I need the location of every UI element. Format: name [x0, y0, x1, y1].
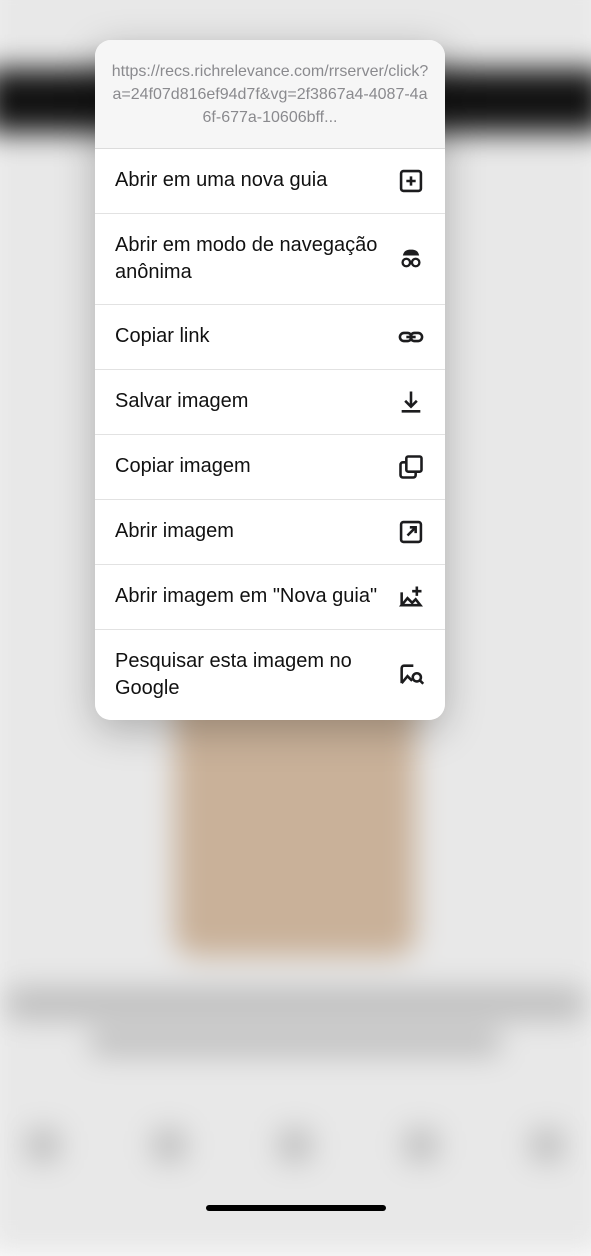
context-menu-url: https://recs.richrelevance.com/rrserver/… [95, 40, 445, 149]
image-new-tab-icon [397, 583, 425, 611]
menu-search-image-google[interactable]: Pesquisar esta imagem no Google [95, 630, 445, 720]
home-indicator[interactable] [206, 1205, 386, 1211]
menu-save-image[interactable]: Salvar imagem [95, 370, 445, 435]
menu-item-label: Copiar link [115, 323, 383, 350]
menu-item-label: Copiar imagem [115, 453, 383, 480]
new-tab-icon [397, 167, 425, 195]
menu-copy-image[interactable]: Copiar imagem [95, 435, 445, 500]
context-menu: https://recs.richrelevance.com/rrserver/… [95, 40, 445, 720]
menu-copy-link[interactable]: Copiar link [95, 305, 445, 370]
image-search-icon [397, 661, 425, 689]
copy-icon [397, 453, 425, 481]
menu-item-label: Abrir imagem em "Nova guia" [115, 583, 383, 610]
menu-item-label: Salvar imagem [115, 388, 383, 415]
menu-open-image-new-tab[interactable]: Abrir imagem em "Nova guia" [95, 565, 445, 630]
menu-item-label: Pesquisar esta imagem no Google [115, 648, 383, 702]
menu-open-new-tab[interactable]: Abrir em uma nova guia [95, 149, 445, 214]
menu-item-label: Abrir em uma nova guia [115, 167, 383, 194]
incognito-icon [397, 245, 425, 273]
download-icon [397, 388, 425, 416]
menu-item-label: Abrir em modo de navegação anônima [115, 232, 383, 286]
link-icon [397, 323, 425, 351]
menu-open-image[interactable]: Abrir imagem [95, 500, 445, 565]
open-external-icon [397, 518, 425, 546]
menu-open-incognito[interactable]: Abrir em modo de navegação anônima [95, 214, 445, 305]
menu-item-label: Abrir imagem [115, 518, 383, 545]
